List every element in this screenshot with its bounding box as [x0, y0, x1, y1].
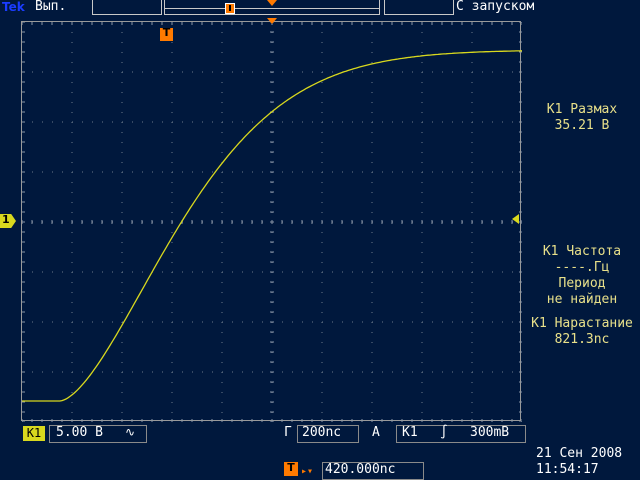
- measurement-amplitude-value: 35.21 В: [554, 118, 610, 133]
- channel1-trace: [22, 50, 522, 402]
- trigger-position-arrow-icon: [267, 18, 277, 24]
- top-status-box: [92, 0, 162, 15]
- measurement-period-title: Период: [558, 276, 606, 291]
- trigger-marker-label: T: [162, 26, 171, 39]
- trigger-position-icon[interactable]: T: [284, 461, 298, 476]
- trigger-prefix: A: [372, 425, 380, 440]
- trigger-offset-arrow-icon: ▸▾: [301, 466, 314, 477]
- trigger-slope-icon: ∫: [440, 425, 448, 440]
- channel1-ground-marker-icon[interactable]: 1: [0, 214, 16, 228]
- date-display: 21 Сен 2008: [536, 446, 623, 461]
- waveform-display[interactable]: [21, 21, 522, 422]
- trigger-mode: С запуском: [456, 0, 535, 14]
- channel1-marker-label: 1: [2, 213, 10, 226]
- channel1-badge[interactable]: K1: [23, 426, 45, 441]
- timebase-value: 200nс: [302, 425, 342, 440]
- trigger-marker-icon[interactable]: T: [160, 26, 173, 41]
- brand-text: Tek: [2, 0, 25, 14]
- channel1-badge-label: K1: [26, 426, 42, 440]
- measurement-risetime-value: 821.3nс: [554, 332, 610, 347]
- trigger-source: K1: [402, 425, 418, 440]
- measurement-frequency-value: ----.Гц: [554, 260, 610, 275]
- trigger-position-icon-label: T: [287, 461, 295, 474]
- top-status-box-right: [384, 0, 454, 15]
- graticule: [22, 22, 522, 422]
- trigger-position-top-arrow-icon: [267, 0, 277, 6]
- measurement-period-value: не найден: [546, 292, 618, 307]
- channel1-scale: 5.00 В: [56, 425, 103, 440]
- time-display: 11:54:17: [536, 462, 599, 477]
- bandwidth-limit-icon: ∿: [125, 425, 136, 439]
- record-trigger-position-icon: [225, 3, 235, 14]
- measurement-amplitude-title: К1 Размах: [546, 102, 618, 117]
- timebase-prefix: Г: [284, 425, 292, 440]
- tek-logo: Tek: [2, 0, 32, 16]
- trigger-position-value: 420.000nс: [325, 462, 396, 477]
- measurement-frequency-title: К1 Частота: [542, 244, 622, 259]
- record-view-line: [165, 8, 379, 9]
- run-status: Вып.: [35, 0, 67, 14]
- trigger-level-arrow-icon[interactable]: [512, 214, 519, 224]
- trigger-level-value: 300mВ: [470, 425, 510, 440]
- measurement-risetime-title: К1 Нарастание: [531, 316, 633, 331]
